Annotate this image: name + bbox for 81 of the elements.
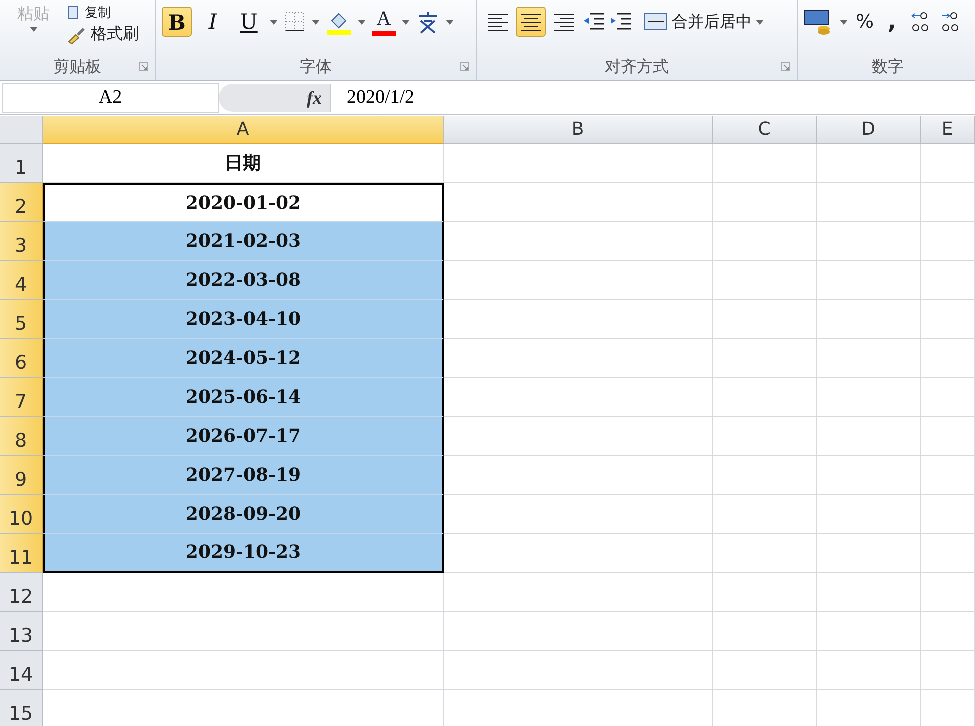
table-cell: 2023-04-10 — [43, 300, 444, 339]
percent-button[interactable]: % — [856, 11, 874, 33]
column-header[interactable]: A — [43, 116, 444, 144]
empty-cell — [921, 339, 975, 378]
brush-icon — [67, 26, 87, 44]
empty-cell — [921, 534, 975, 573]
group-label: 剪贴板 — [52, 56, 102, 78]
group-label: 字体 — [299, 56, 333, 78]
formula-bar-handle[interactable]: fx — [219, 84, 331, 112]
table-cell: 2022-03-08 — [43, 261, 444, 300]
dialog-launcher-icon[interactable] — [781, 62, 791, 72]
row-header[interactable]: 13 — [0, 612, 43, 651]
font-color-button[interactable]: A — [376, 8, 392, 31]
row-header[interactable]: 12 — [0, 573, 43, 612]
formula-input[interactable]: 2020/1/2 — [331, 87, 415, 109]
align-button[interactable] — [516, 7, 546, 37]
row-header[interactable]: 4 — [0, 261, 43, 300]
font-color-bar-icon — [372, 31, 396, 36]
column-header[interactable]: E — [921, 116, 975, 144]
column-header[interactable]: B — [444, 116, 713, 144]
copy-button[interactable]: 复制 — [67, 4, 139, 22]
borders-icon[interactable] — [284, 11, 306, 33]
dropdown-caret-icon[interactable] — [312, 20, 320, 24]
group-label: 数字 — [871, 56, 905, 78]
group-label: 对齐方式 — [604, 56, 670, 78]
dropdown-caret-icon[interactable] — [30, 27, 38, 32]
row-header[interactable]: 5 — [0, 300, 43, 339]
table-cell: 2024-05-12 — [43, 339, 444, 378]
row-header[interactable]: 7 — [0, 378, 43, 417]
empty-cell — [921, 300, 975, 339]
dropdown-caret-icon[interactable] — [840, 20, 848, 24]
dropdown-caret-icon[interactable] — [270, 20, 278, 24]
table-cell: 2021-02-03 — [43, 222, 444, 261]
name-box[interactable]: A2 — [2, 83, 219, 113]
underline-button[interactable]: U — [234, 7, 264, 37]
empty-cell — [921, 144, 975, 183]
dropdown-caret-icon[interactable] — [358, 20, 366, 24]
merge-cells-icon — [644, 13, 668, 31]
row-header[interactable]: 14 — [0, 651, 43, 690]
bold-button[interactable]: B — [162, 7, 192, 37]
insert-function-button[interactable]: fx — [307, 88, 322, 108]
row-header[interactable]: 1 — [0, 144, 43, 183]
format-painter-button[interactable]: 格式刷 — [67, 24, 139, 45]
row-header[interactable]: 2 — [0, 183, 43, 222]
row-header[interactable]: 9 — [0, 456, 43, 495]
merge-center-button[interactable]: 合并后居中 — [644, 12, 764, 32]
empty-cell — [921, 495, 975, 534]
table-cell: 2026-07-17 — [43, 417, 444, 456]
column-header[interactable]: C — [713, 116, 817, 144]
empty-cell — [921, 183, 975, 222]
comma-button[interactable]: , — [882, 10, 902, 34]
table-cell: 2025-06-14 — [43, 378, 444, 417]
column-header[interactable]: D — [817, 116, 921, 144]
empty-cell — [921, 573, 975, 612]
dropdown-caret-icon[interactable] — [446, 20, 454, 24]
empty-cell — [921, 378, 975, 417]
row-header[interactable]: 3 — [0, 222, 43, 261]
row-header[interactable]: 8 — [0, 417, 43, 456]
table-cell: 2029-10-23 — [43, 534, 444, 573]
table-cell: 2028-09-20 — [43, 495, 444, 534]
empty-cell — [921, 261, 975, 300]
row-header[interactable]: 11 — [0, 534, 43, 573]
phonetic-guide-icon[interactable] — [416, 9, 440, 35]
copy-icon — [67, 6, 81, 20]
row-header[interactable]: 10 — [0, 495, 43, 534]
table-cell: 2020-01-02 — [43, 183, 444, 222]
table-cell: 日期 — [43, 144, 444, 183]
row-header[interactable]: 6 — [0, 339, 43, 378]
dialog-launcher-icon[interactable] — [460, 62, 470, 72]
empty-cell — [921, 222, 975, 261]
empty-cell — [921, 417, 975, 456]
dropdown-caret-icon[interactable] — [402, 20, 410, 24]
row-header[interactable]: 15 — [0, 690, 43, 726]
empty-cell — [921, 456, 975, 495]
italic-button[interactable]: I — [198, 7, 228, 37]
currency-icon[interactable] — [804, 9, 832, 35]
empty-cell — [921, 612, 975, 651]
empty-cell — [921, 651, 975, 690]
dialog-launcher-icon[interactable] — [139, 62, 149, 72]
dropdown-caret-icon[interactable] — [756, 20, 764, 24]
table-cell: 2027-08-19 — [43, 456, 444, 495]
